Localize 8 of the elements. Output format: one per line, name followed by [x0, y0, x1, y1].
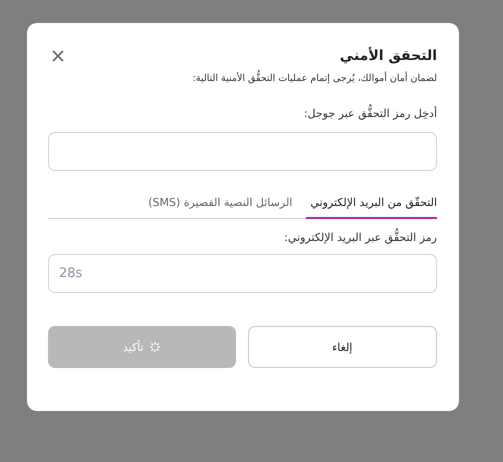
tab[interactable]: الرسائل النصية القصيرة (SMS) — [148, 191, 292, 219]
close-icon[interactable] — [52, 50, 64, 62]
dialog-title: التحقق الأمني — [340, 48, 437, 64]
tab[interactable]: التحقّق من البريد الإلكتروني — [306, 191, 437, 219]
countdown-text: 28s — [59, 266, 82, 281]
input-field[interactable] — [48, 132, 437, 171]
cancel-button[interactable]: إلغاء — [248, 326, 437, 368]
input-field[interactable]: 28s — [48, 254, 437, 293]
